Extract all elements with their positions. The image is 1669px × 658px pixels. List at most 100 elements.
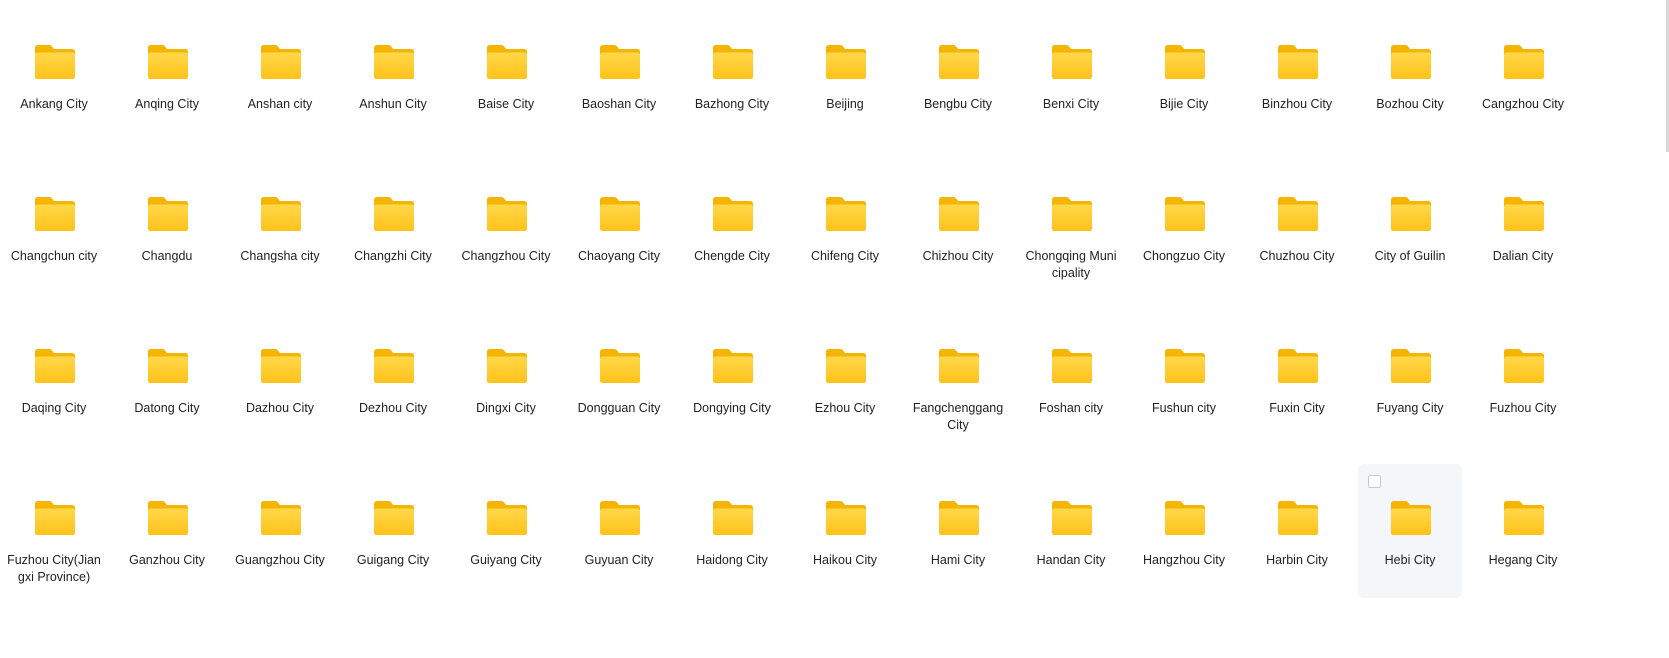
folder-label: Guiyang City [470,553,542,567]
folder-item[interactable]: Guangzhou City [228,464,332,598]
folder-item[interactable]: Baise City [454,8,558,142]
folder-item[interactable]: Cangzhou City [1471,8,1575,142]
folder-label: Benxi City [1042,97,1100,111]
folder-item[interactable]: Hegang City [1471,464,1575,598]
folder-label: City of Guilin [1374,249,1446,263]
folder-item[interactable]: Ankang City [2,8,106,142]
folder-icon [1163,498,1207,538]
folder-item[interactable]: Chuzhou City [1245,160,1349,294]
folder-item[interactable]: Anshun City [341,8,445,142]
folder-item[interactable]: Dongguan City [567,312,671,446]
folder-item[interactable]: Datong City [115,312,219,446]
folder-icon [1050,42,1094,82]
folder-item[interactable]: Ezhou City [793,312,897,446]
folder-item[interactable]: Daqing City [2,312,106,446]
folder-item[interactable]: Haidong City [680,464,784,598]
folder-item[interactable]: Chizhou City [906,160,1010,294]
folder-icon [1389,42,1433,82]
folder-item[interactable]: Binzhou City [1245,8,1349,142]
folder-item[interactable]: Haikou City [793,464,897,598]
folder-item[interactable]: Guyuan City [567,464,671,598]
folder-item[interactable]: Benxi City [1019,8,1123,142]
folder-label: Dingxi City [476,401,536,415]
folder-icon [372,42,416,82]
folder-item[interactable]: Foshan city [1019,312,1123,446]
folder-item[interactable]: Bozhou City [1358,8,1462,142]
folder-item[interactable]: Changdu [115,160,219,294]
folder-label: Guangzhou City [235,553,325,567]
folder-icon [1276,42,1320,82]
folder-item[interactable]: Beijing [793,8,897,142]
folder-item[interactable]: Dazhou City [228,312,332,446]
folder-icon [937,346,981,386]
folder-icon [1163,42,1207,82]
folder-label: Anshun City [359,97,427,111]
folder-item[interactable]: Changzhou City [454,160,558,294]
folder-icon [1163,346,1207,386]
folder-icon [259,346,303,386]
folder-item[interactable]: Guiyang City [454,464,558,598]
folder-item[interactable]: Hebi City [1358,464,1462,598]
folder-item[interactable]: Bijie City [1132,8,1236,142]
folder-item[interactable]: Fuzhou City(Jiangxi Province) [2,464,106,598]
folder-icon [598,42,642,82]
folder-item[interactable]: Fangchenggang City [906,312,1010,446]
folder-icon [485,498,529,538]
folder-item[interactable]: Bengbu City [906,8,1010,142]
folder-grid: Ankang City Anqing City Anshan city Ansh… [0,0,1582,608]
folder-label: Beijing [826,97,864,111]
folder-item[interactable]: Dongying City [680,312,784,446]
folder-label: Hegang City [1488,553,1558,567]
folder-item[interactable]: Chifeng City [793,160,897,294]
folder-item[interactable]: City of Guilin [1358,160,1462,294]
folder-label: Baise City [477,97,535,111]
folder-item[interactable]: Changchun city [2,160,106,294]
folder-icon [1502,194,1546,234]
folder-label: Fuyang City [1376,401,1444,415]
folder-label: Foshan city [1039,401,1103,415]
folder-item[interactable]: Dezhou City [341,312,445,446]
folder-item[interactable]: Hami City [906,464,1010,598]
folder-item[interactable]: Harbin City [1245,464,1349,598]
folder-item[interactable]: Chaoyang City [567,160,671,294]
folder-label: Chuzhou City [1259,249,1335,263]
folder-label: Dalian City [1492,249,1554,263]
folder-item[interactable]: Dalian City [1471,160,1575,294]
folder-label: Ezhou City [814,401,876,415]
folder-item[interactable]: Handan City [1019,464,1123,598]
select-checkbox[interactable] [1368,475,1381,488]
folder-item[interactable]: Anqing City [115,8,219,142]
folder-label: Chizhou City [922,249,994,263]
folder-label: Bengbu City [923,97,993,111]
folder-icon [33,498,77,538]
folder-item[interactable]: Chongzuo City [1132,160,1236,294]
folder-item[interactable]: Anshan city [228,8,332,142]
folder-label: Hangzhou City [1143,553,1225,567]
folder-icon [1276,346,1320,386]
folder-item[interactable]: Chengde City [680,160,784,294]
folder-icon [1502,42,1546,82]
folder-item[interactable]: Fuzhou City [1471,312,1575,446]
folder-icon [372,194,416,234]
folder-icon [1502,346,1546,386]
folder-item[interactable]: Dingxi City [454,312,558,446]
folder-item[interactable]: Ganzhou City [115,464,219,598]
folder-item[interactable]: Fushun city [1132,312,1236,446]
folder-item[interactable]: Fuyang City [1358,312,1462,446]
folder-icon [146,346,190,386]
folder-label: Changdu [141,249,193,263]
folder-label: Daqing City [21,401,87,415]
folder-item[interactable]: Fuxin City [1245,312,1349,446]
folder-item[interactable]: Guigang City [341,464,445,598]
folder-item[interactable]: Chongqing Municipality [1019,160,1123,294]
folder-icon [824,194,868,234]
folder-item[interactable]: Changzhi City [341,160,445,294]
folder-label: Bozhou City [1376,97,1444,111]
folder-icon [1502,498,1546,538]
folder-item[interactable]: Hangzhou City [1132,464,1236,598]
folder-item[interactable]: Baoshan City [567,8,671,142]
folder-item[interactable]: Changsha city [228,160,332,294]
folder-icon [598,498,642,538]
folder-item[interactable]: Bazhong City [680,8,784,142]
folder-label: Harbin City [1266,553,1328,567]
